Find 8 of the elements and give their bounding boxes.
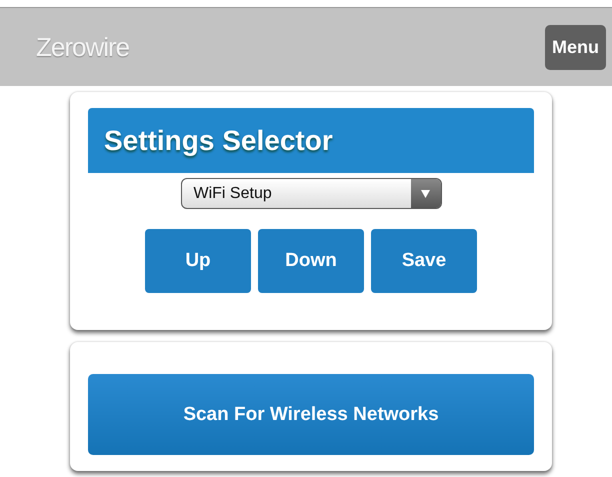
action-button[interactable]: Save bbox=[371, 229, 477, 293]
dropdown-arrow-icon bbox=[421, 190, 430, 198]
action-button[interactable]: Down bbox=[258, 229, 364, 293]
card-title: Settings Selector bbox=[88, 108, 534, 173]
menu-button[interactable]: Menu bbox=[545, 24, 606, 70]
scan-button[interactable]: Scan For Wireless Networks bbox=[88, 374, 534, 455]
action-button[interactable]: Up bbox=[145, 229, 251, 293]
settings-dropdown[interactable]: WiFi Setup bbox=[180, 178, 442, 209]
